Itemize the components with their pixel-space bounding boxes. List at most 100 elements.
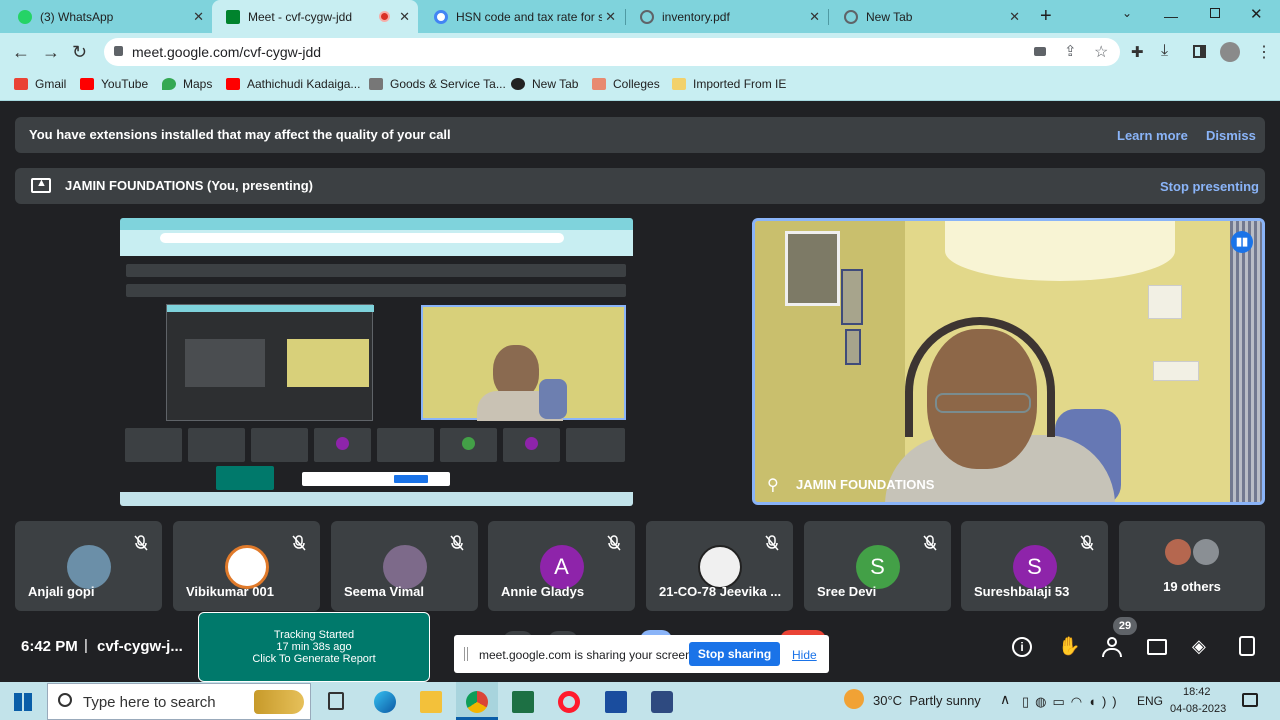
people-icon[interactable] (1101, 637, 1123, 657)
nested-chair (539, 379, 567, 419)
dismiss-button[interactable]: Dismiss (1206, 128, 1256, 143)
bookmark-youtube[interactable]: YouTube (80, 77, 148, 91)
participant-tile[interactable]: Seema Vimal (331, 521, 478, 611)
nested-sharing-bar (302, 472, 450, 486)
participant-tile[interactable]: 21-CO-78 Jeevika ... (646, 521, 793, 611)
download-icon[interactable]: ⤓ (1161, 42, 1168, 60)
participant-tile[interactable]: S Sree Devi (804, 521, 951, 611)
stop-sharing-button[interactable]: Stop sharing (689, 642, 780, 666)
info-icon[interactable]: i (1012, 637, 1032, 657)
others-tile[interactable]: 19 others (1119, 521, 1265, 611)
minimize-icon[interactable]: — (1164, 8, 1178, 24)
chevron-up-icon[interactable]: ∧ (1000, 691, 1010, 708)
close-window-icon[interactable]: ✕ (1250, 5, 1263, 23)
drag-handle-icon[interactable] (464, 647, 468, 661)
tab-meet[interactable]: Meet - cvf-cygw-jdd ✕ (212, 0, 418, 33)
meeting-code[interactable]: cvf-cygw-j... (97, 638, 183, 655)
notification-icon[interactable] (1242, 693, 1258, 707)
bookmark-new-tab[interactable]: New Tab (511, 77, 578, 91)
camera-icon[interactable] (1034, 47, 1046, 56)
generate-report-link[interactable]: Click To Generate Report (199, 653, 429, 665)
bookmark-gmail[interactable]: Gmail (14, 77, 66, 91)
clock-date[interactable]: 04-08-2023 (1170, 703, 1226, 715)
menu-icon[interactable]: ⋮ (1256, 42, 1272, 62)
participant-name: Anjali gopi (28, 584, 95, 599)
taskbar-search[interactable]: Type here to search (47, 683, 311, 720)
others-count: 19 others (1163, 579, 1221, 594)
back-icon[interactable]: ← (12, 42, 30, 63)
mic-off-icon (923, 535, 937, 551)
globe-icon (640, 9, 654, 24)
language-indicator[interactable]: ENG (1137, 694, 1163, 708)
bookmark-star-icon[interactable]: ☆ (1094, 42, 1108, 62)
participant-tile[interactable]: Anjali gopi (15, 521, 162, 611)
chrome-icon (844, 9, 858, 24)
pinned-video-tile[interactable]: ▮▮ ⚲ JAMIN FOUNDATIONS (752, 218, 1265, 505)
task-view-icon[interactable] (328, 692, 344, 710)
url-text: meet.google.com/cvf-cygw-jdd (132, 44, 322, 60)
close-icon[interactable]: ✕ (809, 9, 820, 25)
forward-icon[interactable]: → (42, 42, 60, 63)
google-icon (434, 9, 448, 24)
tab-inventory[interactable]: inventory.pdf ✕ (626, 0, 828, 33)
tab-hsn[interactable]: HSN code and tax rate for sc ✕ (420, 0, 624, 33)
chrome-icon[interactable] (466, 691, 488, 713)
extension-warning-banner: You have extensions installed that may a… (15, 117, 1265, 153)
tracking-popup[interactable]: Tracking Started 17 min 38s ago Click To… (198, 612, 430, 682)
tab-new-tab[interactable]: New Tab ✕ (830, 0, 1028, 33)
whatsapp-icon (18, 9, 32, 24)
bookmark-maps[interactable]: Maps (162, 77, 212, 91)
app-media-icon[interactable] (651, 691, 673, 713)
tray-icons[interactable]: ▯◍▭◠◖)) (1022, 694, 1132, 709)
share-icon[interactable]: ⇪ (1064, 42, 1077, 60)
close-icon[interactable]: ✕ (193, 9, 204, 25)
headphones (905, 317, 1055, 437)
activities-icon[interactable]: ◈ (1192, 636, 1206, 657)
hand-icon[interactable]: ✋ (1058, 636, 1080, 657)
chat-icon[interactable] (1147, 639, 1167, 655)
participant-tile[interactable]: A Annie Gladys (488, 521, 635, 611)
bookmark-colleges[interactable]: Colleges (592, 77, 660, 91)
host-controls-icon[interactable] (1239, 636, 1255, 656)
address-bar[interactable]: meet.google.com/cvf-cygw-jdd ⇪ ☆ (104, 38, 1120, 66)
app-el-icon[interactable] (605, 691, 627, 713)
windows-start-icon[interactable] (14, 693, 32, 711)
close-icon[interactable]: ✕ (605, 9, 616, 25)
stop-presenting-button[interactable]: Stop presenting (1160, 179, 1259, 194)
extensions-icon[interactable]: ✚ (1131, 43, 1144, 61)
close-icon[interactable]: ✕ (399, 9, 410, 25)
pin-icon[interactable]: ⚲ (767, 475, 779, 495)
clock-time[interactable]: 18:42 (1183, 686, 1211, 698)
nested-tile (251, 428, 308, 462)
bookmark-gst[interactable]: Goods & Service Ta... (369, 77, 506, 91)
bookmark-aathichudi[interactable]: Aathichudi Kadaiga... (226, 77, 360, 91)
mic-off-icon (292, 535, 306, 551)
excel-icon[interactable] (512, 691, 534, 713)
nested-tile (503, 428, 560, 462)
wall-frame (785, 231, 840, 306)
close-icon[interactable]: ✕ (1009, 9, 1020, 25)
switch-board (1148, 285, 1182, 319)
new-tab-icon[interactable]: + (1040, 5, 1052, 28)
meeting-time: 6:42 PM (21, 638, 78, 655)
edge-icon[interactable] (374, 691, 396, 713)
learn-more-link[interactable]: Learn more (1117, 128, 1188, 143)
reload-icon[interactable]: ↻ (72, 42, 87, 63)
tab-whatsapp[interactable]: (3) WhatsApp ✕ (4, 0, 212, 33)
sidepanel-icon[interactable] (1193, 45, 1206, 58)
wall-frame (845, 329, 861, 365)
nested-tile (377, 428, 434, 462)
weather-icon (844, 689, 864, 709)
avatar[interactable] (1220, 42, 1240, 62)
bookmark-imported[interactable]: Imported From IE (672, 77, 786, 91)
restore-icon[interactable] (1210, 8, 1220, 18)
participant-tile[interactable]: S Sureshbalaji 53 (961, 521, 1108, 611)
tab-search-icon[interactable]: ⌄ (1122, 6, 1132, 20)
lock-icon[interactable] (114, 46, 123, 56)
participant-tile[interactable]: Vibikumar 001 (173, 521, 320, 611)
colleges-icon (592, 78, 606, 90)
hide-link[interactable]: Hide (792, 648, 817, 662)
opera-icon[interactable] (558, 691, 580, 713)
weather-text[interactable]: 30°C Partly sunny (873, 693, 981, 708)
file-explorer-icon[interactable] (420, 691, 442, 713)
